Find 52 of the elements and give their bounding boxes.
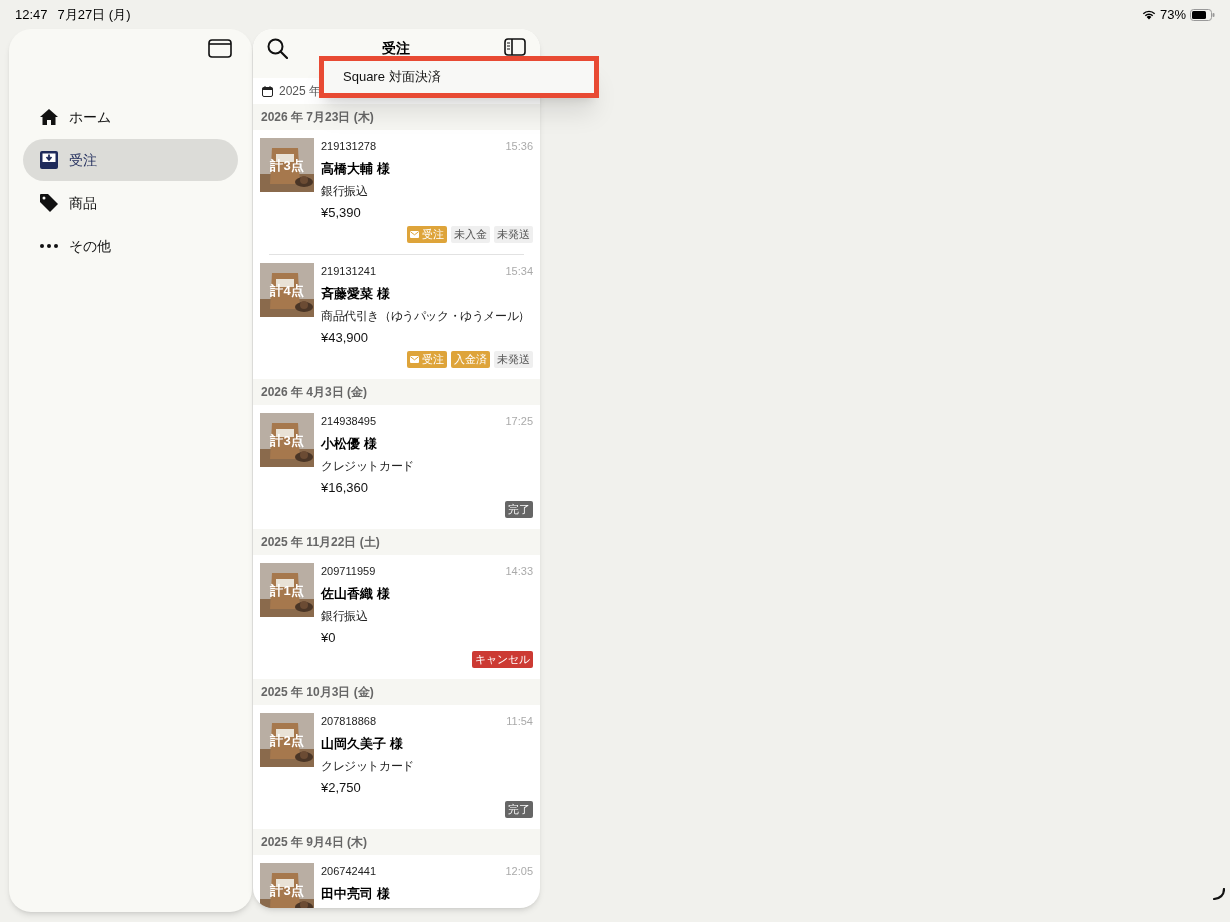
- status-tag: 受注: [407, 351, 447, 368]
- customer-name: 小松優 様: [321, 435, 378, 453]
- order-number: 214938495: [321, 413, 377, 429]
- order-number: 206742441: [321, 863, 377, 879]
- order-time: 15:34: [505, 263, 533, 279]
- payment-method: 銀行振込: [321, 608, 369, 623]
- payment-method: 銀行振込: [321, 183, 369, 198]
- order-number: 219131241: [321, 263, 377, 279]
- date-header: 2026 年 4月3日 (金): [253, 379, 540, 405]
- status-time: 12:47: [15, 5, 48, 24]
- date-header: 2025 年 10月3日 (金): [253, 679, 540, 705]
- status-tag: キャンセル: [472, 651, 533, 668]
- date-header: 2026 年 7月23日 (木): [253, 104, 540, 130]
- order-amount: ¥0: [321, 628, 337, 647]
- status-tag: 完了: [505, 801, 533, 818]
- list-title: 受注: [382, 39, 410, 58]
- item-count: 計4点: [270, 283, 304, 297]
- item-count: 計3点: [270, 433, 304, 447]
- item-count: 計2点: [270, 733, 304, 747]
- customer-name: 斉藤愛菜 様: [321, 285, 391, 303]
- item-count: 計3点: [270, 158, 304, 172]
- order-number: 209711959: [321, 563, 376, 579]
- order-number: 207818868: [321, 713, 377, 729]
- order-time: 14:33: [505, 563, 533, 579]
- payment-method: クレジットカード: [321, 758, 415, 773]
- order-time: 15:36: [505, 138, 533, 154]
- status-date: 7月27日 (月): [57, 5, 131, 24]
- status-tag: 受注: [407, 226, 447, 243]
- status-tag: 未発送: [494, 226, 533, 243]
- battery-percent: 73%: [1159, 5, 1186, 24]
- customer-name: 佐山香織 様: [321, 585, 391, 603]
- order-amount: ¥5,390: [321, 203, 362, 222]
- status-tag: 完了: [505, 501, 533, 518]
- order-amount: ¥43,900: [321, 328, 369, 347]
- payment-method: 商品代引き（ゆうパック・ゆうメール）: [321, 308, 531, 323]
- customer-name: 高橋大輔 様: [321, 160, 391, 178]
- customer-name: 田中亮司 様: [321, 885, 391, 903]
- customer-name: 山岡久美子 様: [321, 735, 404, 753]
- status-tag: 未入金: [451, 226, 490, 243]
- item-count: 計3点: [270, 883, 304, 897]
- payment-method: クレジットカード: [321, 458, 415, 473]
- order-number: 219131278: [321, 138, 377, 154]
- order-time: 11:54: [506, 713, 533, 729]
- date-header: 2025 年 9月4日 (木): [253, 829, 540, 855]
- order-amount: ¥2,750: [321, 778, 362, 797]
- status-tag: 未発送: [494, 351, 533, 368]
- order-time: 17:25: [505, 413, 533, 429]
- status-tag: 入金済: [451, 351, 490, 368]
- item-count: 計1点: [270, 583, 304, 597]
- date-header: 2025 年 11月22日 (土): [253, 529, 540, 555]
- order-time: 12:05: [505, 863, 533, 879]
- order-amount: ¥16,360: [321, 478, 369, 497]
